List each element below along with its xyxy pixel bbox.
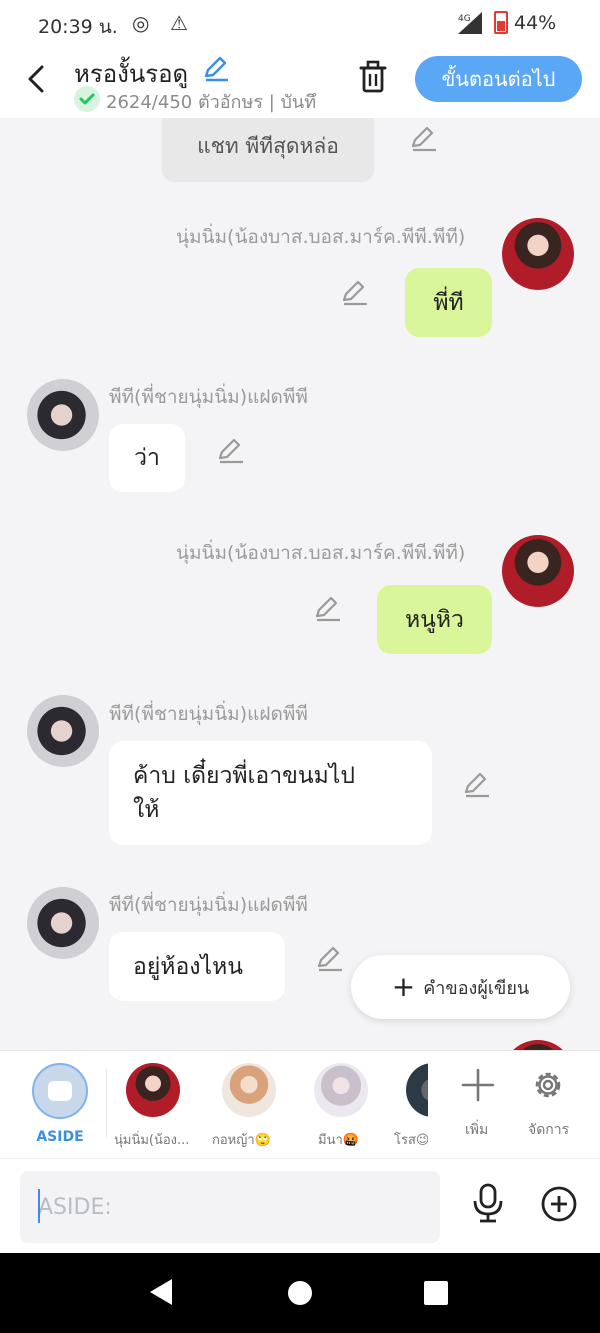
- mic-icon[interactable]: [470, 1183, 506, 1223]
- avatar[interactable]: [502, 218, 574, 290]
- character-avatar[interactable]: [314, 1063, 368, 1117]
- character-label[interactable]: มีนา🤬: [318, 1129, 359, 1150]
- add-circle-icon[interactable]: [540, 1185, 578, 1223]
- text-caret: [38, 1189, 40, 1223]
- aside-chat-icon[interactable]: [32, 1063, 88, 1119]
- avatar[interactable]: [27, 695, 99, 767]
- avatar[interactable]: [27, 379, 99, 451]
- plus-icon: +: [391, 970, 416, 1003]
- message-bubble[interactable]: หนูหิว: [377, 585, 492, 654]
- edit-pencil-icon[interactable]: [463, 770, 491, 798]
- aside-label[interactable]: ASIDE: [30, 1129, 90, 1145]
- character-count: 2624/450 ตัวอักษร | บันทึ: [106, 92, 317, 113]
- back-icon[interactable]: [22, 62, 52, 96]
- avatar[interactable]: [27, 887, 99, 959]
- add-label[interactable]: เพิ่ม: [465, 1119, 488, 1141]
- avatar[interactable]: [502, 1040, 574, 1050]
- author-note-label: คำของผู้เขียน: [423, 977, 530, 999]
- check-icon: [74, 86, 100, 112]
- edit-pencil-icon[interactable]: [341, 278, 369, 306]
- sender-name: นุ่มนิ่ม(น้องบาส.บอส.มาร์ค.พีพี.พีที): [176, 226, 466, 248]
- signal-icon: 4G: [458, 12, 482, 34]
- character-label[interactable]: กอหญ้า🙄: [212, 1129, 271, 1150]
- character-label[interactable]: นุ่มนิ่ม(น้อง...: [114, 1129, 189, 1150]
- nav-back-icon[interactable]: [148, 1277, 174, 1307]
- message-bubble[interactable]: อยู่ห้องไหน: [109, 932, 285, 1001]
- character-avatar[interactable]: [126, 1063, 180, 1117]
- top-header: หรองั้นรอดู 2624/450 ตัวอักษร | บันทึ ขั…: [0, 48, 600, 118]
- chat-area[interactable]: แชท พีทีสุดหล่อ นุ่มนิ่ม(น้องบาส.บอส.มาร…: [0, 118, 600, 1050]
- sender-name: พีที(พี่ชายนุ่มนิ่ม)แฝดพีพี: [109, 894, 308, 916]
- battery-percent: 44%: [514, 12, 557, 34]
- nav-home-icon[interactable]: [288, 1281, 312, 1305]
- character-avatar[interactable]: [406, 1063, 428, 1117]
- character-list[interactable]: นุ่มนิ่ม(น้อง... กอหญ้า🙄 มีนา🤬 โรส😉: [108, 1051, 428, 1159]
- edit-pencil-icon[interactable]: [314, 594, 342, 622]
- next-step-button[interactable]: ขั้นตอนต่อไป: [415, 56, 582, 102]
- warning-icon: ⚠: [170, 11, 188, 35]
- character-bar: ASIDE นุ่มนิ่ม(น้อง... กอหญ้า🙄 มีนา🤬 โรส…: [0, 1050, 600, 1158]
- center-message[interactable]: แชท พีทีสุดหล่อ: [162, 118, 374, 182]
- message-bubble[interactable]: ว่า: [109, 424, 185, 492]
- sender-name: พีที(พี่ชายนุ่มนิ่ม)แฝดพีพี: [109, 386, 308, 408]
- nav-recents-icon[interactable]: [424, 1281, 448, 1305]
- add-character-plus-icon[interactable]: [460, 1067, 496, 1103]
- sender-name: นุ่มนิ่ม(น้องบาส.บอส.มาร์ค.พีพี.พีที): [176, 542, 466, 564]
- message-bubble[interactable]: ค้าบ เดี๋ยวพี่เอาขนมไป ให้: [109, 741, 432, 845]
- trash-icon[interactable]: [358, 60, 388, 94]
- manage-label[interactable]: จัดการ: [528, 1119, 569, 1141]
- status-bar: 20:39 น. ◎ ⚠ 4G 44%: [0, 0, 600, 48]
- author-note-button[interactable]: + คำของผู้เขียน: [351, 955, 570, 1019]
- system-nav-bar: [0, 1253, 600, 1333]
- network-type-label: 4G: [458, 14, 471, 24]
- divider: [106, 1069, 107, 1137]
- message-input[interactable]: [20, 1171, 440, 1243]
- edit-pencil-icon[interactable]: [410, 124, 438, 152]
- battery-icon: [494, 11, 508, 34]
- media-icon: ◎: [132, 11, 150, 35]
- avatar[interactable]: [502, 535, 574, 607]
- edit-pencil-icon[interactable]: [316, 944, 344, 972]
- edit-pencil-icon[interactable]: [217, 436, 245, 464]
- input-bar: [0, 1158, 600, 1253]
- character-avatar[interactable]: [222, 1063, 276, 1117]
- gear-icon[interactable]: [530, 1067, 566, 1103]
- edit-title-pencil-icon[interactable]: [202, 54, 230, 82]
- status-time: 20:39 น.: [38, 16, 118, 38]
- message-bubble[interactable]: พี่ที: [405, 268, 492, 337]
- character-label[interactable]: โรส😉: [394, 1129, 428, 1150]
- sender-name: พีที(พี่ชายนุ่มนิ่ม)แฝดพีพี: [109, 703, 308, 725]
